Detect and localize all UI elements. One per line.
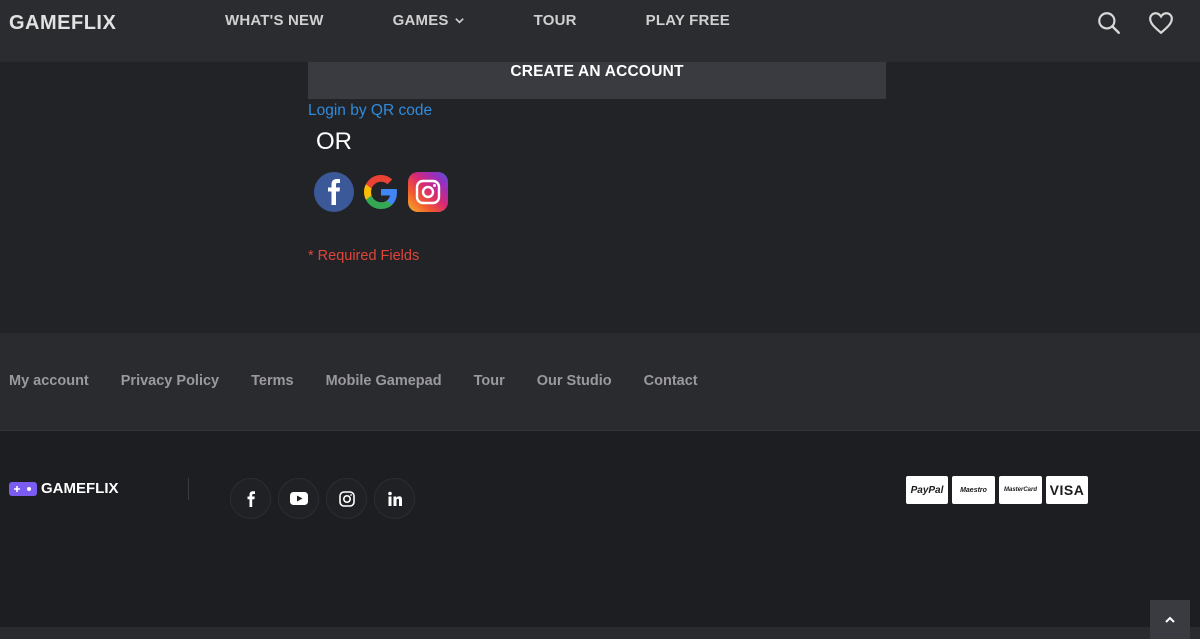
header-actions: [1096, 10, 1174, 36]
footer-bottom: GAMEFLIX PayPal Maestro MasterCard VISA: [0, 431, 1200, 627]
nav-play-free-label: PLAY FREE: [645, 12, 730, 29]
nav-tour-label: TOUR: [533, 12, 577, 29]
page: GAMEFLIX WHAT'S NEW GAMES TOUR PLAY FREE: [0, 0, 1200, 639]
search-icon[interactable]: [1096, 10, 1122, 36]
facebook-icon: [328, 179, 340, 205]
nav-play-free[interactable]: PLAY FREE: [646, 12, 730, 29]
mastercard-badge: MasterCard: [999, 476, 1042, 504]
footer-link-contact[interactable]: Contact: [644, 373, 698, 389]
footer-link-tour[interactable]: Tour: [474, 373, 505, 389]
nav-whats-new-label: WHAT'S NEW: [225, 12, 324, 29]
instagram-icon: [338, 490, 355, 507]
main-nav: WHAT'S NEW GAMES TOUR PLAY FREE: [225, 12, 799, 29]
footer-links-bar: My account Privacy Policy Terms Mobile G…: [0, 333, 1200, 431]
chevron-down-icon: [454, 18, 464, 24]
nav-whats-new[interactable]: WHAT'S NEW: [225, 12, 324, 29]
nav-games-label: GAMES: [392, 12, 449, 29]
or-divider-text: OR: [316, 128, 352, 155]
footer-link-mobile-gamepad[interactable]: Mobile Gamepad: [326, 373, 442, 389]
footer-link-our-studio[interactable]: Our Studio: [537, 373, 612, 389]
visa-badge: VISA: [1046, 476, 1088, 504]
footer-logo[interactable]: GAMEFLIX: [9, 480, 119, 497]
scroll-to-top-button[interactable]: [1150, 600, 1190, 639]
site-logo[interactable]: GAMEFLIX: [9, 12, 116, 35]
linkedin-icon: [387, 491, 402, 506]
maestro-badge: Maestro: [952, 476, 995, 504]
footer-youtube-button[interactable]: [278, 478, 319, 519]
nav-tour[interactable]: TOUR: [534, 12, 577, 29]
mastercard-badge-label: MasterCard: [1003, 487, 1037, 493]
youtube-icon: [289, 491, 308, 505]
google-login-button[interactable]: [361, 172, 401, 212]
facebook-icon: [247, 490, 255, 507]
facebook-login-button[interactable]: [314, 172, 354, 212]
footer-link-terms[interactable]: Terms: [251, 373, 293, 389]
heart-icon[interactable]: [1148, 10, 1174, 36]
bottom-strip: [0, 627, 1200, 639]
visa-badge-label: VISA: [1049, 482, 1085, 498]
paypal-badge-label: PayPal: [910, 484, 944, 496]
site-header: GAMEFLIX WHAT'S NEW GAMES TOUR PLAY FREE: [0, 0, 1200, 62]
social-login-row: [314, 172, 448, 212]
gamepad-logo-icon: [9, 481, 37, 496]
chevron-up-icon: [1165, 616, 1175, 623]
footer-link-list: My account Privacy Policy Terms Mobile G…: [9, 373, 730, 389]
google-icon: [364, 175, 397, 209]
instagram-icon: [415, 179, 441, 205]
instagram-login-button[interactable]: [408, 172, 448, 212]
footer-divider: [188, 478, 189, 500]
footer-facebook-button[interactable]: [230, 478, 271, 519]
paypal-badge: PayPal: [906, 476, 948, 504]
payment-methods: PayPal Maestro MasterCard VISA: [906, 476, 1088, 504]
footer-link-my-account[interactable]: My account: [9, 373, 89, 389]
footer-linkedin-button[interactable]: [374, 478, 415, 519]
qr-login-link[interactable]: Login by QR code: [308, 102, 432, 120]
nav-games[interactable]: GAMES: [393, 12, 465, 29]
footer-link-privacy-policy[interactable]: Privacy Policy: [121, 373, 219, 389]
footer-instagram-button[interactable]: [326, 478, 367, 519]
footer-social-links: [230, 478, 415, 519]
required-fields-note: * Required Fields: [308, 248, 420, 264]
footer-logo-text: GAMEFLIX: [41, 480, 119, 497]
maestro-badge-label: Maestro: [960, 486, 987, 494]
